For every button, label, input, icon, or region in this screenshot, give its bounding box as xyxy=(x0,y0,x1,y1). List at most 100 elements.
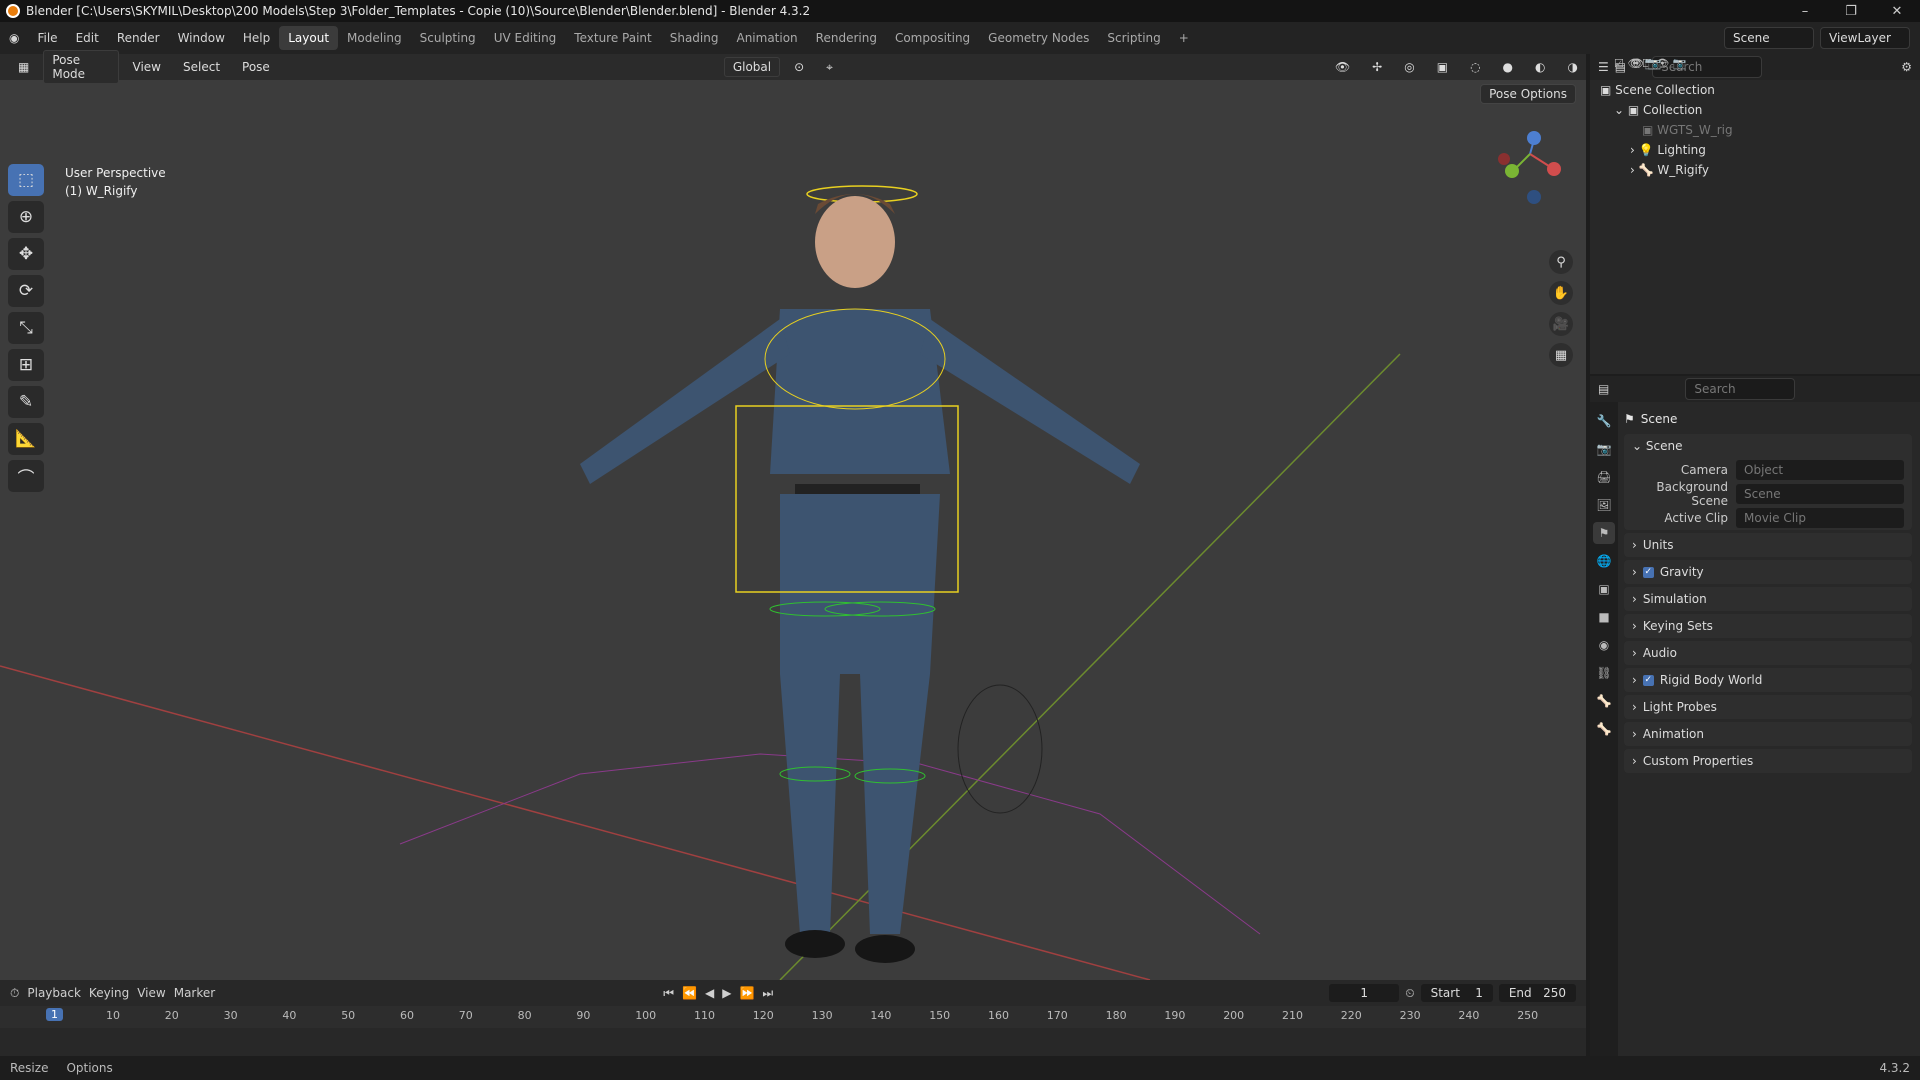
tab-texture-paint[interactable]: Texture Paint xyxy=(565,26,660,50)
menu-view[interactable]: View xyxy=(125,58,169,76)
menu-window[interactable]: Window xyxy=(169,31,234,45)
expand-icon[interactable]: › xyxy=(1630,163,1639,177)
outliner-collection[interactable]: ⌄ ▣ Collection ☑ 👁 📷 xyxy=(1590,57,1920,120)
collection-tab-icon[interactable]: ▣ xyxy=(1593,578,1615,600)
menu-keying[interactable]: Keying xyxy=(89,986,129,1000)
menu-playback[interactable]: Playback xyxy=(27,986,81,1000)
pan-hand-icon[interactable]: ✋ xyxy=(1549,281,1573,305)
current-frame-field[interactable]: 1 xyxy=(1329,984,1400,1002)
3d-viewport[interactable]: ▦ Pose Mode View Select Pose Global ⊙ ⌖ … xyxy=(0,50,1586,980)
section-keying-sets[interactable]: › Keying Sets xyxy=(1624,614,1912,638)
overlay-icon[interactable]: ◎ xyxy=(1396,58,1422,76)
outliner-item-lighting[interactable]: › 💡 Lighting 👁 📷 xyxy=(1590,57,1920,160)
background-scene-field[interactable]: Scene xyxy=(1736,484,1904,504)
section-light-probes[interactable]: › Light Probes xyxy=(1624,695,1912,719)
tab-scripting[interactable]: Scripting xyxy=(1098,26,1169,50)
shading-solid-icon[interactable]: ● xyxy=(1495,58,1521,76)
menu-render[interactable]: Render xyxy=(108,31,169,45)
expand-icon[interactable]: › xyxy=(1630,143,1639,157)
section-custom-properties[interactable]: › Custom Properties xyxy=(1624,749,1912,773)
viewlayer-selector[interactable]: ViewLayer xyxy=(1820,27,1910,49)
move-icon[interactable]: ✥ xyxy=(8,238,44,270)
section-units[interactable]: › Units xyxy=(1624,533,1912,557)
section-simulation[interactable]: › Simulation xyxy=(1624,587,1912,611)
outliner-item-w-rigify[interactable]: › 🦴 W_Rigify 👁 📷 xyxy=(1590,57,1920,180)
scene-tab-icon[interactable]: ⚑ xyxy=(1593,522,1615,544)
expand-icon[interactable]: ⌄ xyxy=(1614,103,1628,117)
visibility-icon[interactable]: 👁 xyxy=(1327,58,1358,76)
menu-pose[interactable]: Pose xyxy=(234,58,278,76)
snap-icon[interactable]: ⌖ xyxy=(818,58,841,77)
menu-file[interactable]: File xyxy=(28,31,66,45)
bone-tab-icon[interactable]: 🦴 xyxy=(1593,718,1615,740)
world-tab-icon[interactable]: 🌐 xyxy=(1593,550,1615,572)
pivot-icon[interactable]: ⊙ xyxy=(786,58,812,76)
scene-panel-header[interactable]: ⌄ Scene xyxy=(1624,434,1912,458)
minimize-button[interactable]: – xyxy=(1782,4,1828,19)
add-workspace-icon[interactable]: + xyxy=(1170,26,1198,50)
transform-orientation[interactable]: Global xyxy=(723,57,781,77)
section-checkbox[interactable]: ✓ xyxy=(1642,674,1654,686)
outliner-scene-collection[interactable]: ▣ Scene Collection xyxy=(1590,80,1920,100)
menu-timeline-view[interactable]: View xyxy=(137,986,165,1000)
tab-sculpting[interactable]: Sculpting xyxy=(411,26,485,50)
object-tab-icon[interactable]: ■ xyxy=(1593,606,1615,628)
constraints-tab-icon[interactable]: ⛓ xyxy=(1593,662,1615,684)
render-tab-icon[interactable]: 📷 xyxy=(1593,438,1615,460)
close-button[interactable]: ✕ xyxy=(1874,4,1920,19)
stopwatch-icon[interactable]: ⏲ xyxy=(1405,986,1414,1001)
view-layer-tab-icon[interactable]: 🖼 xyxy=(1593,494,1615,516)
properties-search-input[interactable]: Search xyxy=(1685,378,1796,400)
shading-render-icon[interactable]: ◑ xyxy=(1560,58,1586,76)
section-checkbox[interactable]: ✓ xyxy=(1642,566,1654,578)
outliner-item-wgts[interactable]: ▣ WGTS_W_rig ☐ 👁 📷 xyxy=(1590,57,1920,140)
output-tab-icon[interactable]: 🖨 xyxy=(1593,466,1615,488)
menu-marker[interactable]: Marker xyxy=(174,986,215,1000)
tab-rendering[interactable]: Rendering xyxy=(807,26,886,50)
mode-selector[interactable]: Pose Mode xyxy=(43,50,119,84)
next-keyframe-icon[interactable]: ⏩ xyxy=(739,986,754,1000)
end-frame-field[interactable]: End 250 xyxy=(1498,984,1576,1002)
menu-help[interactable]: Help xyxy=(234,31,279,45)
scale-icon[interactable]: ⤡ xyxy=(8,312,44,344)
tab-shading[interactable]: Shading xyxy=(661,26,728,50)
jump-start-icon[interactable]: ⏮ xyxy=(663,986,674,1001)
properties-editor-icon[interactable]: ▤ xyxy=(1598,382,1609,396)
prev-keyframe-icon[interactable]: ⏪ xyxy=(682,986,697,1000)
relax-pose-icon[interactable]: ⌒ xyxy=(8,460,44,492)
active-clip-field[interactable]: Movie Clip xyxy=(1736,508,1904,528)
tab-geometry-nodes[interactable]: Geometry Nodes xyxy=(979,26,1098,50)
scene-selector[interactable]: Scene xyxy=(1724,27,1814,49)
ortho-toggle-icon[interactable]: ▦ xyxy=(1549,343,1573,367)
play-reverse-icon[interactable]: ◀ xyxy=(705,986,714,1000)
camera-view-icon[interactable]: 🎥 xyxy=(1549,312,1573,336)
frame-ruler[interactable]: 1 10 20 30 40 50 60 70 80 90 100 110 120 130 140 150 16… xyxy=(0,1006,1586,1028)
tab-compositing[interactable]: Compositing xyxy=(886,26,979,50)
camera-field[interactable]: Object xyxy=(1736,460,1904,480)
data-tab-icon[interactable]: 🦴 xyxy=(1593,690,1615,712)
tab-uv-editing[interactable]: UV Editing xyxy=(485,26,566,50)
select-box-icon[interactable]: ⬚ xyxy=(8,164,44,196)
tab-animation[interactable]: Animation xyxy=(727,26,806,50)
maximize-button[interactable]: ❐ xyxy=(1828,4,1874,19)
tool-tab-icon[interactable]: 🔧 xyxy=(1593,410,1615,432)
timeline-editor-icon[interactable]: ⏱ xyxy=(10,986,19,1001)
jump-end-icon[interactable]: ⏭ xyxy=(762,986,773,1001)
playhead[interactable]: 1 xyxy=(46,1008,63,1021)
section-animation[interactable]: › Animation xyxy=(1624,722,1912,746)
measure-icon[interactable]: 📐 xyxy=(8,423,44,455)
physics-tab-icon[interactable]: ◉ xyxy=(1593,634,1615,656)
rotate-icon[interactable]: ⟳ xyxy=(8,275,44,307)
menu-edit[interactable]: Edit xyxy=(67,31,108,45)
gizmo-icon[interactable]: ✢ xyxy=(1364,58,1390,76)
cursor-icon[interactable]: ⊕ xyxy=(8,201,44,233)
blender-menu-icon[interactable]: ◉ xyxy=(0,31,28,45)
filter-icon[interactable]: ⚙ xyxy=(1901,60,1912,74)
menu-select[interactable]: Select xyxy=(175,58,228,76)
zoom-icon[interactable]: ⚲ xyxy=(1549,250,1573,274)
transform-icon[interactable]: ⊞ xyxy=(8,349,44,381)
outliner-editor-icon[interactable]: ☰ xyxy=(1598,60,1609,74)
shading-wire-icon[interactable]: ◌ xyxy=(1462,58,1488,76)
section-rigid-body-world[interactable]: › ✓ Rigid Body World xyxy=(1624,668,1912,692)
editor-type-icon[interactable]: ▦ xyxy=(10,58,37,76)
